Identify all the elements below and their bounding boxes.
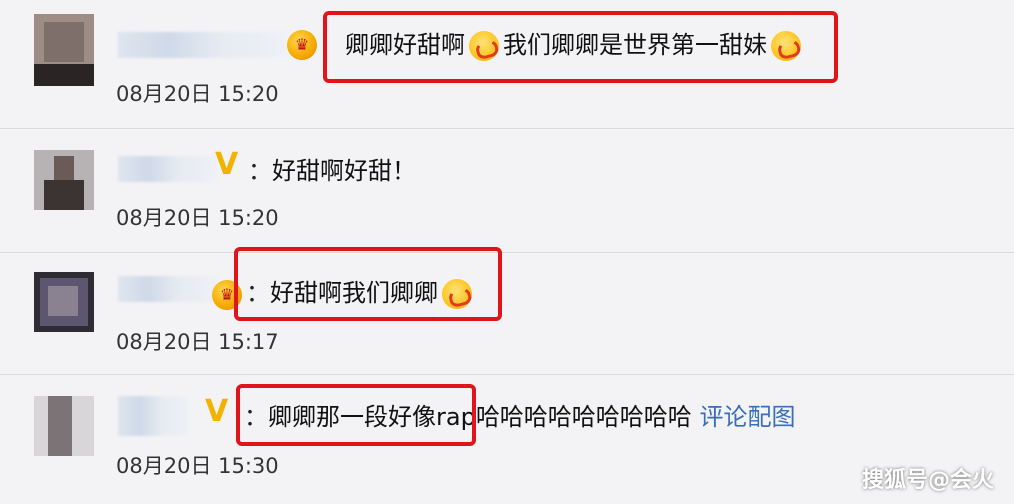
- username-blurred[interactable]: [118, 156, 218, 182]
- comment-text-part: 哈哈哈哈哈哈哈哈哈: [475, 403, 692, 431]
- v-badge-icon: V: [205, 394, 229, 429]
- username-blurred[interactable]: [118, 276, 218, 302]
- comment-timestamp: 08月20日 15:20: [116, 82, 279, 106]
- avatar[interactable]: [34, 272, 94, 332]
- comment-timestamp: 08月20日 15:17: [116, 330, 279, 354]
- comment-timestamp: 08月20日 15:30: [116, 454, 279, 478]
- colon: ：: [248, 157, 272, 185]
- divider: [0, 252, 1014, 253]
- crown-badge-icon: ♛: [287, 30, 317, 60]
- v-badge-icon: V: [215, 147, 239, 182]
- highlight-box: [323, 11, 838, 83]
- highlight-box: [234, 247, 502, 321]
- watermark: 搜狐号@会火: [861, 468, 994, 493]
- comment-feed: ♛ 卿卿好甜啊 我们卿卿是世界第一甜妹 08月20日 15:20 V ：好甜啊好甜…: [0, 0, 1014, 504]
- divider: [0, 128, 1014, 129]
- highlight-box: [236, 384, 476, 446]
- avatar[interactable]: [34, 150, 94, 210]
- comment-timestamp: 08月20日 15:20: [116, 206, 279, 230]
- avatar[interactable]: [34, 14, 94, 86]
- comment-text: ：好甜啊好甜！: [248, 154, 416, 188]
- comment-text-part: 好甜啊好甜！: [272, 157, 416, 185]
- comment-image-link[interactable]: 评论配图: [699, 403, 795, 431]
- username-blurred[interactable]: [118, 32, 288, 58]
- avatar[interactable]: [34, 396, 94, 456]
- divider: [0, 374, 1014, 375]
- username-blurred[interactable]: [118, 396, 190, 436]
